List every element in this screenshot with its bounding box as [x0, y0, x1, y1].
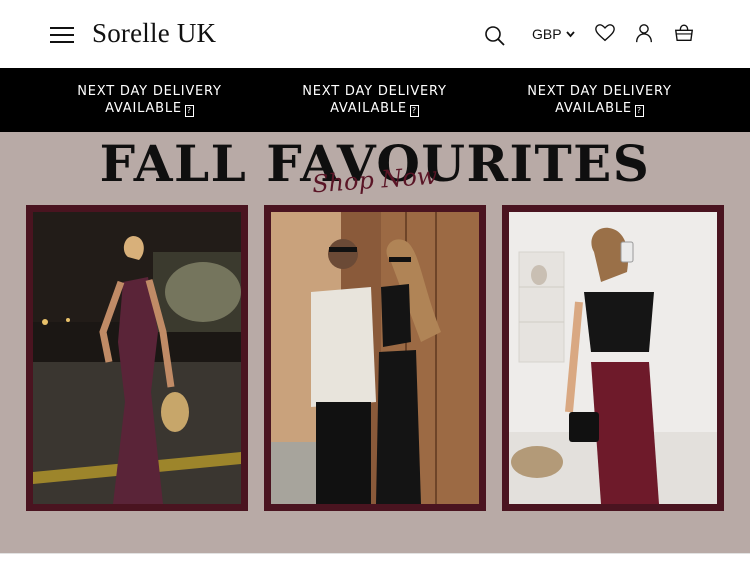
- announcement-item[interactable]: NEXT DAY DELIVERY AVAILABLE?: [37, 68, 262, 132]
- currency-selector[interactable]: GBP: [532, 26, 575, 42]
- site-header: Sorelle UK GBP: [0, 0, 750, 68]
- brand-logo[interactable]: Sorelle UK: [92, 18, 216, 49]
- unknown-glyph-icon: ?: [184, 105, 194, 117]
- heart-icon[interactable]: [594, 22, 618, 46]
- unknown-glyph-icon: ?: [634, 105, 644, 117]
- hero-banner[interactable]: FALL FAVOURITES Shop Now: [0, 132, 750, 553]
- announcement-bar: NEXT DAY DELIVERY AVAILABLE? NEXT DAY DE…: [0, 68, 750, 132]
- product-card[interactable]: [26, 205, 248, 511]
- chevron-down-icon: [565, 30, 575, 37]
- divider: [0, 553, 750, 554]
- announcement-item[interactable]: NEXT DAY DELIVERY AVAILABLE?: [262, 68, 487, 132]
- product-card[interactable]: [502, 205, 724, 511]
- search-icon[interactable]: [484, 25, 508, 49]
- currency-label: GBP: [532, 26, 562, 42]
- product-image: [33, 212, 241, 504]
- product-image: [271, 212, 479, 504]
- menu-icon[interactable]: [50, 24, 76, 44]
- user-icon[interactable]: [633, 22, 657, 46]
- product-card[interactable]: [264, 205, 486, 511]
- product-image: [509, 212, 717, 504]
- unknown-glyph-icon: ?: [409, 105, 419, 117]
- announcement-item[interactable]: NEXT DAY DELIVERY AVAILABLE?: [487, 68, 712, 132]
- bag-icon[interactable]: [673, 22, 697, 46]
